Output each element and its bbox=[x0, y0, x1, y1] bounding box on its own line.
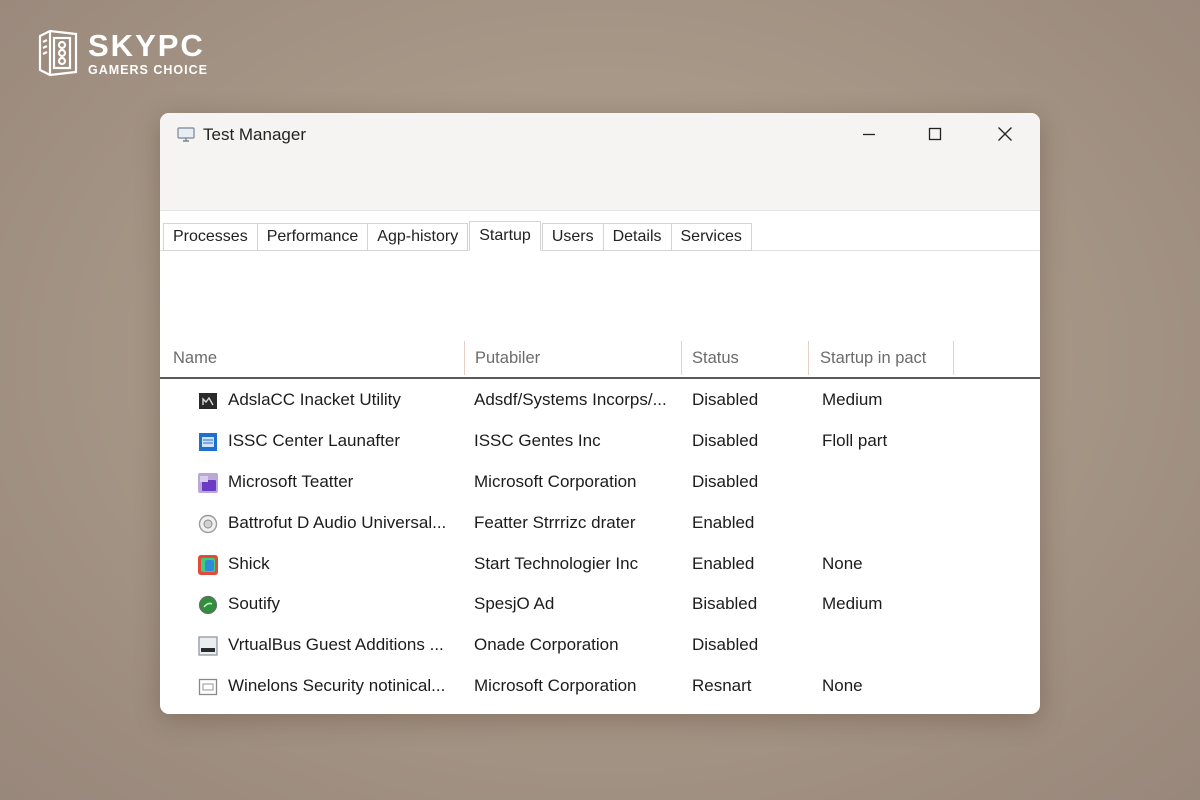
tab-details[interactable]: Details bbox=[602, 223, 671, 251]
row-name: Soutify bbox=[228, 594, 280, 614]
row-name: Shick bbox=[228, 553, 270, 573]
close-button[interactable] bbox=[982, 119, 1028, 149]
row-publisher: SpesjO Ad bbox=[474, 594, 555, 614]
row-publisher: Onade Corporation bbox=[474, 635, 619, 655]
column-header-startup-impact[interactable]: Startup in pact bbox=[820, 349, 926, 368]
dark-app-icon bbox=[199, 393, 217, 409]
column-header-name[interactable]: Name bbox=[173, 349, 217, 368]
table-header: Name Putabiler Status Startup in pact bbox=[160, 341, 1040, 379]
row-publisher: Microsoft Corporation bbox=[474, 676, 637, 696]
minimize-button[interactable] bbox=[846, 119, 892, 149]
column-separator[interactable] bbox=[464, 341, 465, 375]
row-impact: Medium bbox=[822, 594, 883, 614]
table-row[interactable]: ISSC Center Launafter ISSC Gentes Inc Di… bbox=[160, 421, 1040, 462]
pc-case-logo-icon bbox=[38, 29, 78, 77]
window-title: Test Manager bbox=[203, 125, 306, 144]
row-status: Enabled bbox=[692, 553, 755, 573]
row-publisher: ISSC Gentes Inc bbox=[474, 430, 601, 450]
row-status: Disabled bbox=[692, 471, 759, 491]
row-publisher: Microsoft Corporation bbox=[474, 471, 637, 491]
row-impact: None bbox=[822, 676, 863, 696]
table-row[interactable]: Shick Start Technologier Inc Enabled Non… bbox=[160, 544, 1040, 585]
audio-circle-icon bbox=[198, 514, 218, 533]
row-status: Disabled bbox=[692, 430, 759, 450]
tab-processes[interactable]: Processes bbox=[163, 223, 257, 251]
logo-tagline: GAMERS CHOICE bbox=[88, 62, 208, 77]
tab-bar: Processes Performance Agp-history Startu… bbox=[163, 221, 752, 251]
purple-app-icon bbox=[198, 472, 218, 493]
skypc-logo: SKYPC GAMERS CHOICE bbox=[36, 28, 208, 78]
title-bar[interactable]: Test Manager bbox=[160, 113, 1040, 211]
logo-name: SKYPC bbox=[88, 27, 205, 63]
tab-services[interactable]: Services bbox=[670, 223, 752, 251]
row-name: AdslaCC Inacket Utility bbox=[228, 390, 401, 409]
column-separator[interactable] bbox=[808, 341, 809, 375]
table-row[interactable]: Soutify SpesjO Ad Bisabled Medium bbox=[160, 584, 1040, 625]
task-manager-window: Test Manager Processes Performance Agp-h… bbox=[160, 113, 1040, 714]
row-status: Disabled bbox=[692, 390, 759, 409]
row-name: Winelons Security notinical... bbox=[228, 676, 446, 696]
table-row[interactable]: Winelons Security notinical... Microsoft… bbox=[160, 666, 1040, 707]
table-row[interactable]: VrtualBus Guest Additions ... Onade Corp… bbox=[160, 625, 1040, 666]
startup-table-body: AdslaCC Inacket Utility Adsdf/Systems In… bbox=[160, 380, 1040, 707]
column-separator[interactable] bbox=[681, 341, 682, 375]
close-icon bbox=[998, 127, 1012, 141]
row-impact: Medium bbox=[822, 390, 883, 409]
shield-window-icon bbox=[198, 679, 218, 696]
tab-startup[interactable]: Startup bbox=[469, 221, 541, 251]
table-row[interactable]: AdslaCC Inacket Utility Adsdf/Systems In… bbox=[160, 380, 1040, 421]
row-name: Microsoft Teatter bbox=[228, 471, 354, 491]
blue-window-icon bbox=[199, 432, 217, 451]
colorful-app-icon bbox=[198, 554, 218, 575]
row-status: Bisabled bbox=[692, 594, 758, 614]
row-status: Resnart bbox=[692, 676, 752, 696]
monitor-app-icon bbox=[177, 127, 195, 142]
tab-app-history[interactable]: Agp-history bbox=[367, 223, 469, 251]
column-separator[interactable] bbox=[953, 341, 954, 375]
row-publisher: Start Technologier Inc bbox=[474, 553, 639, 573]
row-status: Enabled bbox=[692, 512, 755, 532]
row-name: VrtualBus Guest Additions ... bbox=[228, 635, 444, 655]
minimize-icon bbox=[863, 133, 875, 136]
column-header-publisher[interactable]: Putabiler bbox=[475, 349, 540, 368]
table-row[interactable]: Microsoft Teatter Microsoft Corporation … bbox=[160, 462, 1040, 503]
row-impact: None bbox=[822, 553, 863, 573]
table-row[interactable]: Battrofut D Audio Universal... Featter S… bbox=[160, 503, 1040, 544]
vm-box-icon bbox=[198, 636, 218, 656]
row-publisher: Featter Strrrizc drater bbox=[474, 512, 636, 532]
green-circle-icon bbox=[198, 596, 218, 615]
maximize-button[interactable] bbox=[912, 119, 958, 149]
tab-users[interactable]: Users bbox=[541, 223, 603, 251]
tab-performance[interactable]: Performance bbox=[256, 223, 368, 251]
maximize-icon bbox=[928, 127, 942, 141]
row-publisher: Adsdf/Systems Incorps/... bbox=[474, 390, 667, 409]
row-status: Disabled bbox=[692, 635, 759, 655]
column-header-status[interactable]: Status bbox=[692, 349, 739, 368]
row-impact: Floll part bbox=[822, 430, 888, 450]
row-name: Battrofut D Audio Universal... bbox=[228, 512, 447, 532]
row-name: ISSC Center Launafter bbox=[228, 430, 400, 450]
